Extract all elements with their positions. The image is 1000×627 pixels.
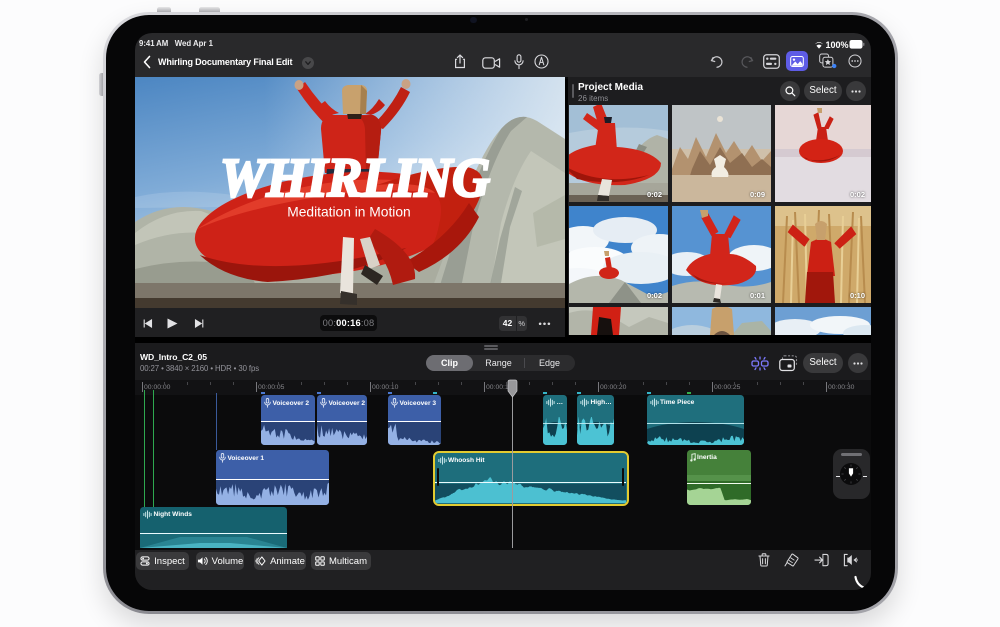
svg-text:Meditation in Motion: Meditation in Motion [287,205,410,220]
svg-text:WHIRLING: WHIRLING [220,147,490,208]
svg-text:100%: 100% [826,40,849,50]
